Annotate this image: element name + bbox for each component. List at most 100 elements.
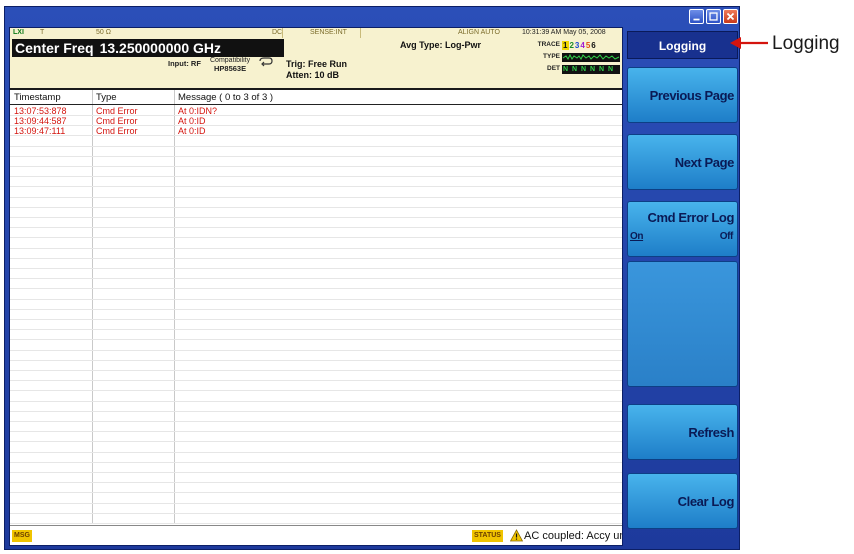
grid-line	[10, 268, 622, 269]
grid-line	[10, 166, 622, 167]
message-header[interactable]: Message ( 0 to 3 of 3 )	[178, 92, 273, 104]
center-freq-readout[interactable]: Center Freq 13.250000000 GHz	[12, 39, 284, 57]
refresh-button[interactable]: Refresh	[627, 404, 738, 460]
msg-tag[interactable]: MSG	[12, 530, 32, 542]
grid-line	[10, 513, 622, 514]
row-message: At 0:IDN?	[178, 106, 218, 116]
grid-line	[10, 146, 622, 147]
measurement-bar: LXI T 50 Ω DC SENSE:INT ALIGN AUTO 10:31…	[10, 28, 622, 90]
avg-type-label: Avg Type: Log-Pwr	[400, 40, 481, 50]
previous-page-button[interactable]: Previous Page	[627, 67, 738, 123]
grid-line	[10, 462, 622, 463]
grid-line	[10, 278, 622, 279]
grid-line	[10, 421, 622, 422]
row-timestamp: 13:09:47:111	[14, 126, 66, 136]
timestamp-header[interactable]: Timestamp	[14, 92, 61, 104]
row-type: Cmd Error	[96, 106, 138, 116]
grid-line	[10, 176, 622, 177]
grid-line	[10, 309, 622, 310]
grid-line	[10, 401, 622, 402]
next-page-button[interactable]: Next Page	[627, 134, 738, 190]
grid-line	[10, 186, 622, 187]
clear-log-label: Clear Log	[677, 494, 735, 509]
center-freq-value: 13.250000000 GHz	[99, 40, 222, 56]
grid-line	[10, 380, 622, 381]
grid-line	[10, 217, 622, 218]
grid-line	[10, 329, 622, 330]
log-table: Timestamp Type Message ( 0 to 3 of 3 ) 1…	[10, 90, 622, 524]
softkey-panel: Logging Previous Page Next Page Cmd Erro…	[627, 27, 738, 546]
trace-number-6: 6	[591, 41, 597, 50]
detector-values: N N N N N N	[562, 65, 620, 74]
impedance-indicator: 50 Ω	[96, 29, 111, 36]
title-bar	[5, 7, 739, 27]
waveform-icon	[562, 53, 620, 60]
compat-label: Compatibility	[210, 57, 251, 64]
trace-numbers: 123456	[562, 41, 597, 51]
cmd-error-log-label: Cmd Error Log	[647, 210, 734, 225]
grid-line	[10, 248, 622, 249]
close-button[interactable]	[723, 9, 738, 24]
instrument-screen: LXI T 50 Ω DC SENSE:INT ALIGN AUTO 10:31…	[9, 27, 623, 546]
divider	[282, 28, 283, 38]
type-label: TYPE	[543, 53, 560, 60]
trace-label: TRACE	[537, 41, 560, 48]
compatibility: Compatibility HP8563E	[210, 57, 250, 73]
maximize-icon	[709, 12, 718, 21]
minimize-button[interactable]	[689, 9, 704, 24]
annotation-label: Logging	[772, 33, 840, 54]
cmd-error-log-toggle[interactable]: Cmd Error Log On Off	[627, 201, 738, 257]
previous-page-label: Previous Page	[649, 88, 735, 103]
loop-icon	[259, 57, 273, 67]
grid-line	[10, 411, 622, 412]
trigger-info: Trig: Free Run Atten: 10 dB	[286, 59, 347, 81]
grid-line	[10, 350, 622, 351]
grid-line	[10, 390, 622, 391]
type-row: TYPE	[524, 53, 622, 63]
cmd-error-on-option: On	[630, 231, 644, 242]
grid-line	[10, 441, 622, 442]
grid-line	[10, 360, 622, 361]
close-icon	[726, 12, 735, 21]
status-strip: LXI T 50 Ω DC SENSE:INT ALIGN AUTO 10:31…	[10, 28, 622, 38]
grid-line	[10, 523, 622, 524]
type-header[interactable]: Type	[96, 92, 117, 104]
refresh-label: Refresh	[688, 425, 734, 440]
minimize-icon	[693, 18, 700, 21]
datetime: 10:31:39 AM May 05, 2008	[522, 29, 606, 36]
grid-line	[10, 156, 622, 157]
t-indicator: T	[40, 29, 45, 36]
grid-line	[10, 258, 622, 259]
det-row: DET N N N N N N	[524, 65, 622, 75]
status-bar: MSG STATUS AC coupled: Accy unspec'd < 1…	[10, 525, 622, 545]
grid-line	[10, 288, 622, 289]
atten-label: Atten: 10 dB	[286, 70, 340, 80]
row-message: At 0:ID	[178, 116, 206, 126]
status-tag[interactable]: STATUS	[472, 530, 503, 542]
maximize-button[interactable]	[706, 9, 721, 24]
sense-indicator: SENSE:INT	[310, 29, 347, 36]
cmd-error-off-option: Off	[719, 231, 734, 242]
trace-panel: TRACE 123456 TYPE DET N N N N N N	[524, 41, 622, 85]
trig-label: Trig: Free Run	[286, 59, 348, 69]
analyzer-window: LXI T 50 Ω DC SENSE:INT ALIGN AUTO 10:31…	[4, 6, 740, 550]
grid-line	[10, 207, 622, 208]
blank-softkey	[627, 261, 738, 387]
row-timestamp: 13:07:53:878	[14, 106, 67, 116]
grid-line	[10, 237, 622, 238]
align-indicator: ALIGN AUTO	[458, 29, 500, 36]
divider	[360, 28, 361, 38]
center-freq-label: Center Freq	[15, 40, 94, 56]
trace-row: TRACE 123456	[524, 41, 622, 51]
det-label: DET	[547, 65, 560, 72]
row-timestamp: 13:09:44:587	[14, 116, 67, 126]
left-arrow-icon	[730, 37, 768, 49]
grid-line	[10, 503, 622, 504]
next-page-label: Next Page	[674, 155, 735, 170]
grid-line	[10, 197, 622, 198]
header-rule	[10, 104, 622, 105]
coupling-indicator: DC	[272, 29, 283, 36]
row-type: Cmd Error	[96, 126, 138, 136]
row-type: Cmd Error	[96, 116, 138, 126]
clear-log-button[interactable]: Clear Log	[627, 473, 738, 529]
